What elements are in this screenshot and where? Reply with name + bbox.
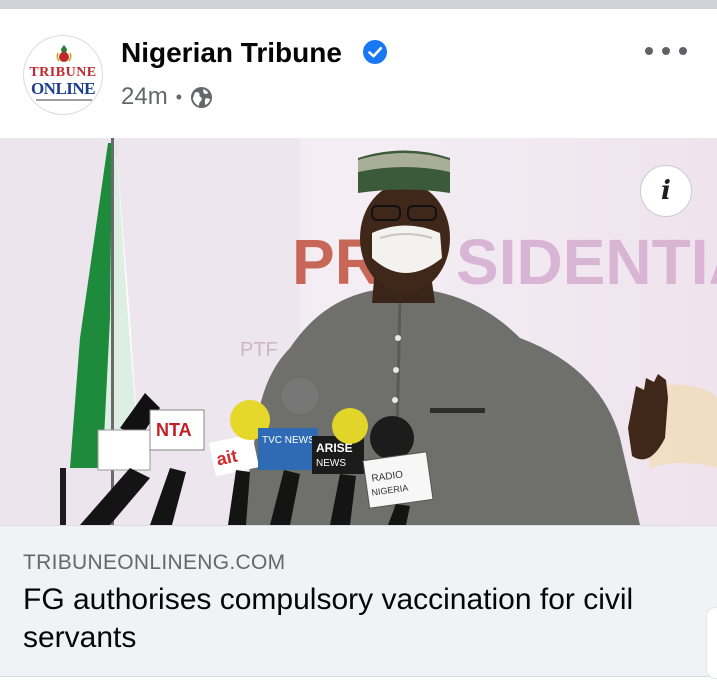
- page-avatar[interactable]: TRIBUNE ONLINE: [23, 35, 103, 115]
- press-briefing-image: PR SIDENTIA PTF: [0, 138, 717, 525]
- post-photo[interactable]: PR SIDENTIA PTF: [0, 138, 717, 525]
- globe-icon[interactable]: [190, 86, 213, 109]
- page-name-link[interactable]: Nigerian Tribune: [121, 37, 342, 69]
- svg-text:ait: ait: [215, 446, 240, 470]
- more-dot: [645, 47, 653, 55]
- svg-text:SIDENTIA: SIDENTIA: [456, 226, 717, 298]
- post-meta: 24m •: [121, 83, 213, 111]
- avatar-logo-line1: TRIBUNE: [29, 65, 97, 80]
- link-headline[interactable]: FG authorises compulsory vaccination for…: [23, 581, 703, 657]
- info-icon[interactable]: i: [640, 165, 692, 217]
- svg-text:NEWS: NEWS: [316, 458, 346, 469]
- feed-post: TRIBUNE ONLINE Nigerian Tribune 24m • PR…: [0, 9, 717, 684]
- crest-icon: [56, 45, 72, 62]
- verified-badge-icon: [363, 40, 387, 64]
- meta-separator: •: [175, 87, 182, 107]
- offscreen-card-edge: [706, 607, 717, 679]
- more-options-icon[interactable]: [645, 39, 687, 63]
- avatar-logo-underline: [36, 99, 92, 101]
- mic-label-nta: NTA: [156, 420, 192, 440]
- more-dot: [662, 47, 670, 55]
- avatar-logo-line2: ONLINE: [30, 79, 96, 98]
- more-dot: [679, 47, 687, 55]
- post-header: TRIBUNE ONLINE Nigerian Tribune 24m •: [0, 9, 717, 139]
- svg-text:PTF: PTF: [240, 339, 278, 361]
- link-preview-card[interactable]: TRIBUNEONLINENG.COM FG authorises compul…: [0, 525, 717, 677]
- svg-text:TVC NEWS: TVC NEWS: [262, 435, 315, 446]
- feed-top-separator: [0, 0, 717, 9]
- post-timestamp[interactable]: 24m: [121, 83, 168, 111]
- link-domain: TRIBUNEONLINENG.COM: [23, 551, 286, 574]
